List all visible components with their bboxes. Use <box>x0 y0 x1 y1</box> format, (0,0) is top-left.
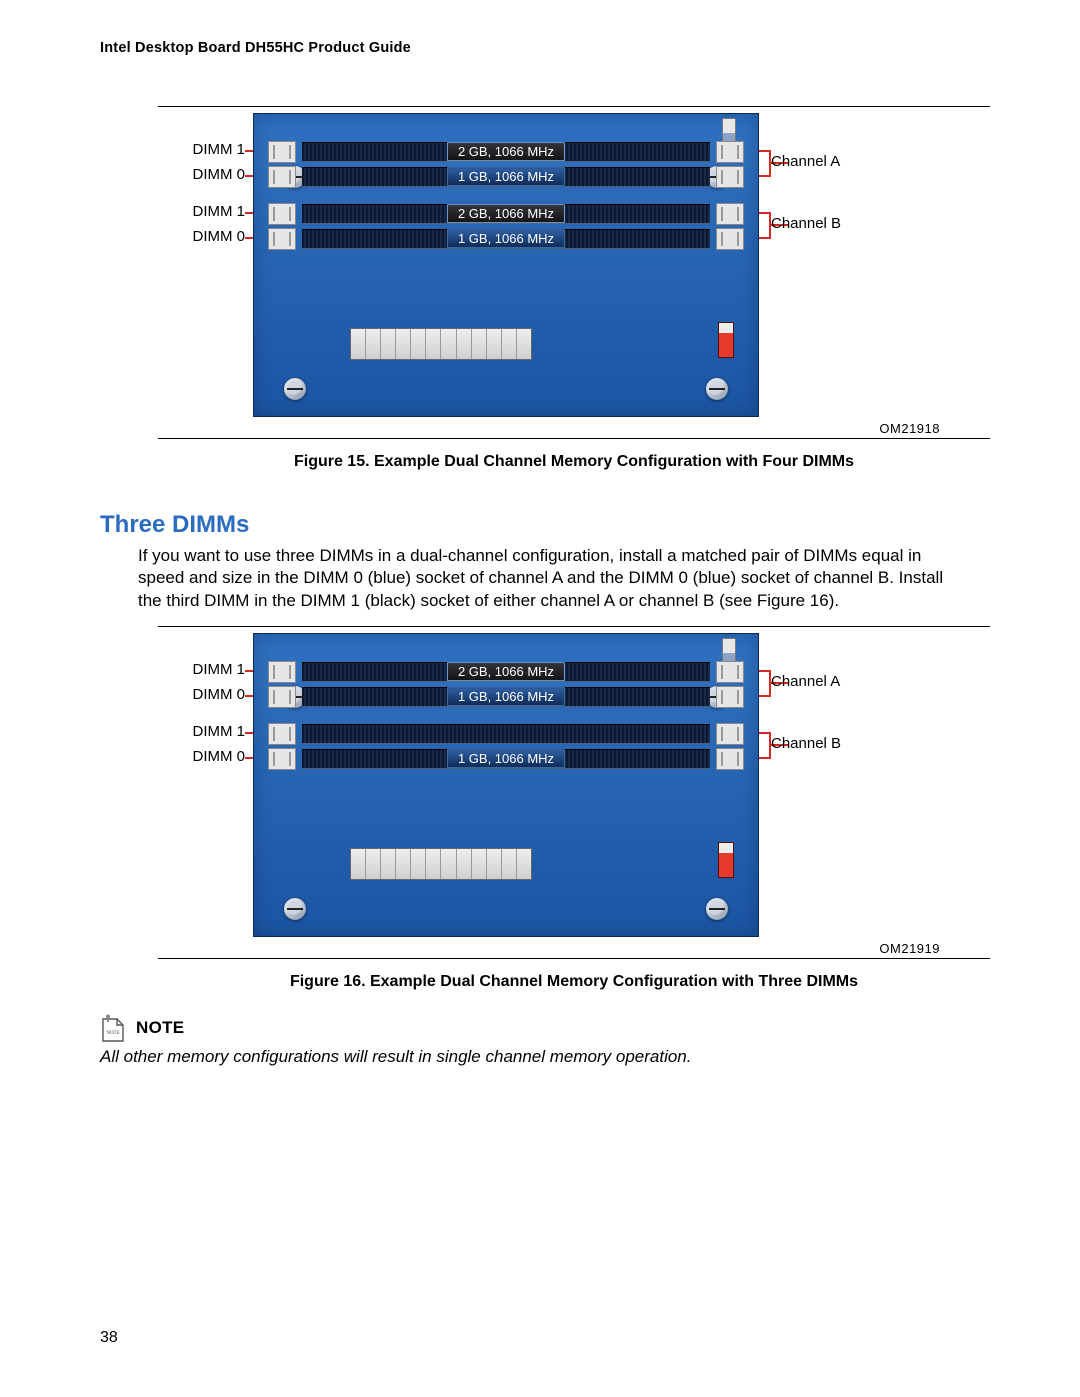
note-body-text: All other memory configurations will res… <box>100 1047 990 1067</box>
dimm-clip-icon <box>268 141 296 163</box>
figure-16-left-labels: DIMM 1 DIMM 0 DIMM 1 DIMM 0 <box>158 633 253 937</box>
dimm-clip-icon <box>268 228 296 250</box>
dimm-clip-icon <box>268 203 296 225</box>
figure-15-right-labels: Channel A Channel B <box>759 113 859 417</box>
dimm-clip-icon <box>716 203 744 225</box>
connector-icon <box>718 842 734 878</box>
dimm-slot: 1 GB, 1066 MHz <box>268 227 744 251</box>
page-number: 38 <box>100 1329 118 1347</box>
dimm-clip-icon <box>716 141 744 163</box>
channel-label: Channel B <box>771 215 841 232</box>
svg-text:NOTE: NOTE <box>106 1031 119 1036</box>
motherboard-diagram: 2 GB, 1066 MHz 1 GB, 1066 MHz 2 GB, 1066… <box>253 113 759 417</box>
channel-label: Channel B <box>771 735 841 752</box>
figure-16-caption: Figure 16. Example Dual Channel Memory C… <box>158 973 990 991</box>
dimm-slot: 2 GB, 1066 MHz <box>268 202 744 226</box>
screw-icon <box>706 898 728 920</box>
page-header-title: Intel Desktop Board DH55HC Product Guide <box>100 40 990 56</box>
figure-16-block: DIMM 1 DIMM 0 DIMM 1 DIMM 0 <box>158 626 990 959</box>
figure-16-inner: DIMM 1 DIMM 0 DIMM 1 DIMM 0 <box>158 633 990 937</box>
dimm-capacity-label: 1 GB, 1066 MHz <box>447 749 565 768</box>
dimm-capacity-label: 1 GB, 1066 MHz <box>447 229 565 248</box>
dimm-clip-icon <box>268 166 296 188</box>
dimm-slot: 1 GB, 1066 MHz <box>268 165 744 189</box>
dimm-label: DIMM 1 <box>193 141 246 158</box>
dimm-bar <box>302 724 710 744</box>
document-page: Intel Desktop Board DH55HC Product Guide… <box>0 0 1080 1397</box>
dimm-bar: 2 GB, 1066 MHz <box>302 204 710 224</box>
dimm-label: DIMM 0 <box>193 748 246 765</box>
dimm-capacity-label: 2 GB, 1066 MHz <box>447 662 565 681</box>
dimm-bar: 1 GB, 1066 MHz <box>302 687 710 707</box>
dimm-slot <box>268 722 744 746</box>
section-heading-three-dimms: Three DIMMs <box>100 511 990 539</box>
dimm-bar: 1 GB, 1066 MHz <box>302 749 710 769</box>
dimm-slot: 2 GB, 1066 MHz <box>268 140 744 164</box>
figure-15-inner: DIMM 1 DIMM 0 DIMM 1 DIMM 0 <box>158 113 990 417</box>
dimm-slot: 1 GB, 1066 MHz <box>268 685 744 709</box>
dimm-clip-icon <box>716 686 744 708</box>
motherboard-diagram: 2 GB, 1066 MHz 1 GB, 1066 MHz <box>253 633 759 937</box>
figure-15-board-wrap: 2 GB, 1066 MHz 1 GB, 1066 MHz 2 GB, 1066… <box>253 113 759 417</box>
figure-16-right-labels: Channel A Channel B <box>759 633 859 937</box>
dimm-clip-icon <box>716 228 744 250</box>
screw-icon <box>706 378 728 400</box>
channel-label: Channel A <box>771 673 840 690</box>
dimm-label: DIMM 0 <box>193 228 246 245</box>
note-icon: NOTE <box>100 1013 126 1043</box>
dimm-label: DIMM 1 <box>193 723 246 740</box>
dimm-clip-icon <box>716 661 744 683</box>
figure-15-caption: Figure 15. Example Dual Channel Memory C… <box>158 453 990 471</box>
dimm-bar: 1 GB, 1066 MHz <box>302 167 710 187</box>
figure-reference-id: OM21919 <box>158 937 990 956</box>
screw-icon <box>284 898 306 920</box>
dimm-bar: 2 GB, 1066 MHz <box>302 662 710 682</box>
dimm-capacity-label: 2 GB, 1066 MHz <box>447 142 565 161</box>
dimm-bar: 2 GB, 1066 MHz <box>302 142 710 162</box>
dimm-label: DIMM 0 <box>193 686 246 703</box>
atx-connector-icon <box>350 848 532 880</box>
dimm-label: DIMM 1 <box>193 661 246 678</box>
dimm-label: DIMM 1 <box>193 203 246 220</box>
dimm-slot: 1 GB, 1066 MHz <box>268 747 744 771</box>
dimm-clip-icon <box>268 661 296 683</box>
dimm-clip-icon <box>268 723 296 745</box>
dimm-bar: 1 GB, 1066 MHz <box>302 229 710 249</box>
dimm-clip-icon <box>268 686 296 708</box>
atx-connector-icon <box>350 328 532 360</box>
screw-icon <box>284 378 306 400</box>
dimm-label: DIMM 0 <box>193 166 246 183</box>
dimm-capacity-label: 1 GB, 1066 MHz <box>447 167 565 186</box>
dimm-clip-icon <box>716 748 744 770</box>
figure-reference-id: OM21918 <box>158 417 990 436</box>
note-title: NOTE <box>136 1018 184 1038</box>
connector-icon <box>718 322 734 358</box>
dimm-clip-icon <box>716 166 744 188</box>
dimm-capacity-label: 1 GB, 1066 MHz <box>447 687 565 706</box>
dimm-slot: 2 GB, 1066 MHz <box>268 660 744 684</box>
section-body-text: If you want to use three DIMMs in a dual… <box>138 545 968 612</box>
figure-15-block: DIMM 1 DIMM 0 DIMM 1 DIMM 0 <box>158 106 990 439</box>
note-header: NOTE NOTE <box>100 1013 990 1043</box>
dimm-capacity-label: 2 GB, 1066 MHz <box>447 204 565 223</box>
channel-label: Channel A <box>771 153 840 170</box>
dimm-clip-icon <box>716 723 744 745</box>
dimm-clip-icon <box>268 748 296 770</box>
figure-16-board-wrap: 2 GB, 1066 MHz 1 GB, 1066 MHz <box>253 633 759 937</box>
figure-15-left-labels: DIMM 1 DIMM 0 DIMM 1 DIMM 0 <box>158 113 253 417</box>
